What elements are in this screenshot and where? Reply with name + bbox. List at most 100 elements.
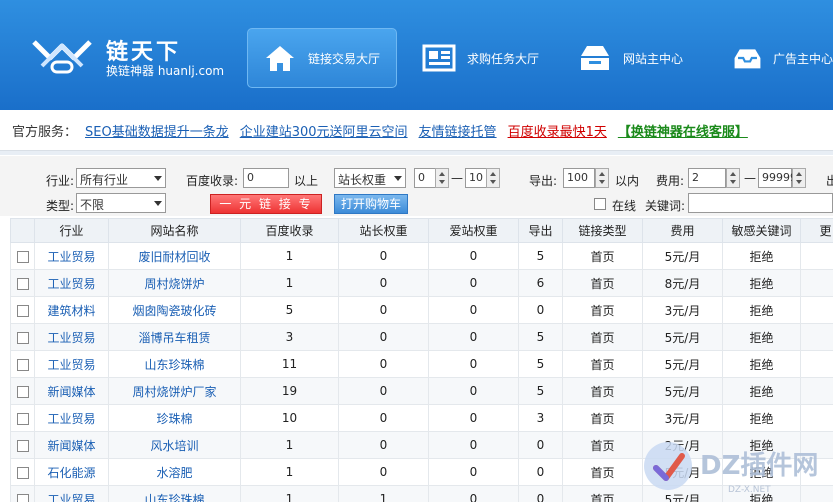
row-checkbox-cell[interactable] <box>10 242 35 270</box>
row-checkbox[interactable] <box>16 250 29 263</box>
row-checkbox-cell[interactable] <box>10 404 35 432</box>
service-link-baidu-index[interactable]: 百度收录最快1天 <box>508 121 607 140</box>
service-link-site-building[interactable]: 企业建站300元送阿里云空间 <box>240 121 408 140</box>
industry-select[interactable]: 所有行业 <box>76 168 166 188</box>
row-checkbox[interactable] <box>16 466 29 479</box>
row-checkbox-cell[interactable] <box>10 323 35 351</box>
row-checkbox-cell[interactable] <box>10 350 35 378</box>
row-checkbox-cell[interactable] <box>10 269 35 297</box>
service-link-online-support[interactable]: 【换链神器在线客服】 <box>618 121 748 140</box>
weight-min-stepper[interactable] <box>435 168 449 188</box>
fee-label: 费用: <box>656 174 685 188</box>
export-button-partial[interactable]: 出 <box>826 172 833 189</box>
online-checkbox[interactable] <box>594 198 606 210</box>
service-link-seo[interactable]: SEO基础数据提升一条龙 <box>85 121 229 140</box>
row-checkbox-cell[interactable] <box>10 296 35 324</box>
nav-link-trading-hall[interactable]: 链接交易大厅 <box>247 28 397 88</box>
industry-cell[interactable]: 新闻媒体 <box>34 431 109 459</box>
service-link-link-hosting[interactable]: 友情链接托管 <box>419 121 497 140</box>
row-checkbox-cell[interactable] <box>10 377 35 405</box>
header-baidu-index[interactable]: 百度收录 <box>240 218 339 243</box>
nav-link-purchase-tasks[interactable]: 求购任务大厅 <box>407 28 557 88</box>
weight-max-stepper[interactable] <box>486 168 500 188</box>
range-dash: — <box>451 171 463 185</box>
industry-cell[interactable]: 建筑材料 <box>34 296 109 324</box>
header-aizhan-weight[interactable]: 爱站权重 <box>428 218 519 243</box>
row-checkbox[interactable] <box>16 493 29 502</box>
type-value: 不限 <box>80 198 105 212</box>
baidu-index-cell: 5 <box>240 296 339 324</box>
export-stepper[interactable] <box>595 168 609 188</box>
weight-max-input[interactable]: 10 <box>465 168 487 188</box>
fee-cell: 3元/月 <box>642 296 723 324</box>
baidu-index-suffix: 以上 <box>294 174 319 188</box>
industry-cell[interactable]: 新闻媒体 <box>34 377 109 405</box>
fee-cell: 5元/月 <box>642 323 723 351</box>
site-logo[interactable]: 链天下 换链神器 huanlj.com <box>28 32 238 82</box>
industry-cell[interactable]: 工业贸易 <box>34 323 109 351</box>
row-checkbox-cell[interactable] <box>10 458 35 486</box>
logo-subtitle: 换链神器 huanlj.com <box>106 64 225 78</box>
header-fee[interactable]: 费用 <box>642 218 723 243</box>
aizhan-weight-cell: 0 <box>428 242 519 270</box>
tray-icon <box>734 49 761 69</box>
export-input[interactable]: 100 <box>563 168 595 188</box>
header-outbound[interactable]: 导出 <box>518 218 563 243</box>
nav-link-advertiser-center[interactable]: 广告主中心 <box>718 28 833 88</box>
range-dash: — <box>744 171 756 185</box>
row-checkbox[interactable] <box>16 277 29 290</box>
fee-min-input[interactable]: 2 <box>688 168 726 188</box>
site-name-cell[interactable]: 水溶肥 <box>108 458 241 486</box>
site-name-cell[interactable]: 风水培训 <box>108 431 241 459</box>
row-checkbox-cell[interactable] <box>10 431 35 459</box>
fee-max-stepper[interactable] <box>792 168 806 188</box>
fee-max-input[interactable]: 99999 <box>758 168 797 188</box>
industry-cell[interactable]: 石化能源 <box>34 458 109 486</box>
site-name-cell[interactable]: 珍珠棉 <box>108 404 241 432</box>
open-cart-button[interactable]: 打开购物车 <box>334 194 408 214</box>
nav-link-webmaster-center[interactable]: 网站主中心 <box>563 28 713 88</box>
site-name-cell[interactable]: 山东珍珠棉 <box>108 485 241 502</box>
header-webmaster-weight[interactable]: 站长权重 <box>338 218 429 243</box>
one-yuan-links-button[interactable]: 一 元 链 接 专 区 <box>210 194 322 229</box>
site-name-cell[interactable]: 周村烧饼炉厂家 <box>108 377 241 405</box>
baidu-index-input[interactable]: 0 <box>243 168 289 188</box>
fee-cell: 5元/月 <box>642 350 723 378</box>
weight-min-input[interactable]: 0 <box>414 168 436 188</box>
header-industry[interactable]: 行业 <box>34 218 109 243</box>
more-cell <box>800 404 833 432</box>
webmaster-weight-cell: 0 <box>338 296 429 324</box>
row-checkbox[interactable] <box>16 439 29 452</box>
row-checkbox[interactable] <box>16 358 29 371</box>
more-cell <box>800 242 833 270</box>
site-name-cell[interactable]: 淄博吊车租赁 <box>108 323 241 351</box>
keyword-input[interactable] <box>688 193 833 213</box>
industry-cell[interactable]: 工业贸易 <box>34 350 109 378</box>
nav-label: 求购任务大厅 <box>467 51 540 66</box>
link-type-cell: 首页 <box>562 350 643 378</box>
site-name-cell[interactable]: 废旧耐材回收 <box>108 242 241 270</box>
fee-min-stepper[interactable] <box>726 168 740 188</box>
header-sensitive-keywords[interactable]: 敏感关键词 <box>722 218 801 243</box>
row-checkbox[interactable] <box>16 304 29 317</box>
type-select[interactable]: 不限 <box>76 193 166 213</box>
sensitive-keywords-cell: 拒绝 <box>722 269 801 297</box>
weight-type-select[interactable]: 站长权重 <box>334 168 406 188</box>
row-checkbox-cell[interactable] <box>10 485 35 502</box>
link-type-cell: 首页 <box>562 296 643 324</box>
watermark-subtext: DZ-X.NET <box>728 485 771 495</box>
industry-cell[interactable]: 工业贸易 <box>34 269 109 297</box>
row-checkbox[interactable] <box>16 385 29 398</box>
header-site-name[interactable]: 网站名称 <box>108 218 241 243</box>
industry-cell[interactable]: 工业贸易 <box>34 242 109 270</box>
more-cell <box>800 350 833 378</box>
header-link-type[interactable]: 链接类型 <box>562 218 643 243</box>
header-more[interactable]: 更 <box>800 218 833 243</box>
industry-cell[interactable]: 工业贸易 <box>34 404 109 432</box>
site-name-cell[interactable]: 烟囱陶瓷玻化砖 <box>108 296 241 324</box>
row-checkbox[interactable] <box>16 412 29 425</box>
site-name-cell[interactable]: 山东珍珠棉 <box>108 350 241 378</box>
row-checkbox[interactable] <box>16 331 29 344</box>
site-name-cell[interactable]: 周村烧饼炉 <box>108 269 241 297</box>
industry-cell[interactable]: 工业贸易 <box>34 485 109 502</box>
